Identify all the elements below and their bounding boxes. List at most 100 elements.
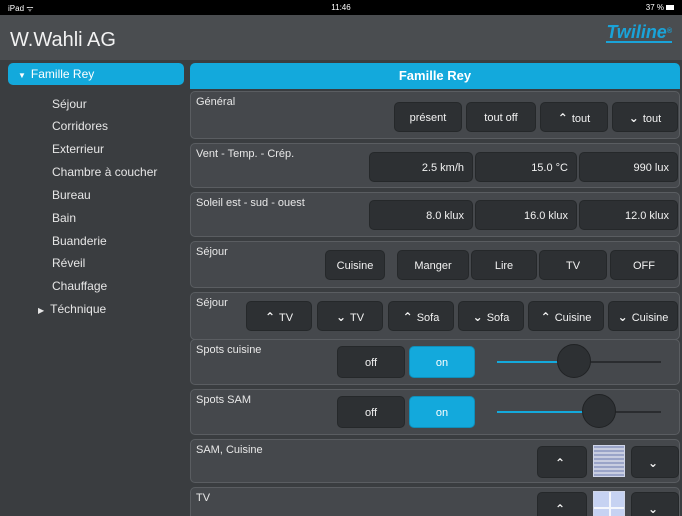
temperature-value: 15.0 °C <box>475 152 577 182</box>
row-spots-sam: Spots SAM off on <box>190 389 680 435</box>
sidebar-item-reveil[interactable]: Réveil <box>52 254 85 272</box>
chevron-down-icon: ⌄ <box>335 310 346 324</box>
scene-lire-button[interactable]: Lire <box>471 250 537 280</box>
row-weather: Vent - Temp. - Crép. 2.5 km/h 15.0 °C 99… <box>190 143 680 188</box>
chevron-down-icon: ⌄ <box>647 502 659 516</box>
window-open-icon <box>593 491 625 516</box>
row-spots-cuisine: Spots cuisine off on <box>190 339 680 385</box>
logo-text: Twiline <box>606 22 667 42</box>
row-label: Spots cuisine <box>196 344 262 356</box>
chevron-up-icon: ⌃ <box>554 456 566 470</box>
row-label: Général <box>196 96 236 108</box>
row-label: Séjour <box>196 246 228 258</box>
sofa-up-button[interactable]: ⌃ Sofa <box>388 301 454 331</box>
row-general: Général présent tout off ⌃ tout ⌄ tout <box>190 91 680 139</box>
sidebar-item-chauffage[interactable]: Chauffage <box>52 277 107 295</box>
chevron-up-icon: ⌃ <box>554 502 566 516</box>
sidebar-item-exterrieur[interactable]: Exterrieur <box>52 140 104 158</box>
button-label: Sofa <box>486 312 510 324</box>
main-panel: Famille Rey Général présent tout off ⌃ to… <box>188 60 682 516</box>
sidebar-item-famille-rey[interactable]: ▼ Famille Rey <box>8 63 184 85</box>
wind-speed-value: 2.5 km/h <box>369 152 473 182</box>
sidebar-item-sejour[interactable]: Séjour <box>52 95 87 113</box>
tv-blind-down-button[interactable]: ⌄ <box>631 492 679 516</box>
row-label: TV <box>196 492 211 504</box>
button-label: TV <box>350 312 365 324</box>
twiline-logo: Twiline® <box>606 23 672 43</box>
slider-knob[interactable] <box>557 344 592 378</box>
chevron-up-icon: ⌃ <box>264 310 275 324</box>
slider-knob[interactable] <box>581 394 616 428</box>
row-label: Spots SAM <box>196 394 252 406</box>
button-label: Cuisine <box>554 312 592 324</box>
sidebar-item-chambre[interactable]: Chambre à coucher <box>52 163 157 181</box>
sidebar-item-technique[interactable]: ▶ Téchnique <box>38 300 106 318</box>
sidebar-item-bain[interactable]: Bain <box>52 209 76 227</box>
spots-sam-slider[interactable] <box>497 411 661 413</box>
spots-sam-off-button[interactable]: off <box>337 396 405 428</box>
tout-down-button[interactable]: ⌄ tout <box>612 102 678 132</box>
button-label: TV <box>279 312 294 324</box>
sidebar: ▼ Famille Rey Séjour Corridores Exterrieu… <box>0 60 188 516</box>
sidebar-item-corridores[interactable]: Corridores <box>52 117 108 135</box>
battery-icon <box>666 5 674 11</box>
chevron-up-icon: ⌃ <box>557 111 568 125</box>
button-label: tout <box>642 113 662 125</box>
sidebar-item-label: Téchnique <box>50 302 107 316</box>
chevron-down-icon: ⌄ <box>628 111 639 125</box>
tv-up-button[interactable]: ⌃ TV <box>246 301 312 331</box>
button-label: Cuisine <box>631 312 669 324</box>
chevron-up-icon: ⌃ <box>402 310 413 324</box>
sam-cuisine-up-button[interactable]: ⌃ <box>537 446 587 478</box>
twilight-value: 990 lux <box>579 152 678 182</box>
row-sejour-blinds: Séjour ⌃ TV ⌄ TV ⌃ Sofa ⌄ Sofa ⌃ Cuisine ⌄ Cui… <box>190 292 680 340</box>
tout-off-button[interactable]: tout off <box>466 102 536 132</box>
button-label: Sofa <box>416 312 440 324</box>
scene-cuisine-button[interactable]: Cuisine <box>325 250 385 280</box>
sidebar-item-bureau[interactable]: Bureau <box>52 186 91 204</box>
row-label: SAM, Cuisine <box>196 444 263 456</box>
spots-cuisine-off-button[interactable]: off <box>337 346 405 378</box>
spots-sam-on-button[interactable]: on <box>409 396 475 428</box>
sun-south-value: 16.0 klux <box>475 200 577 230</box>
tout-up-button[interactable]: ⌃ tout <box>540 102 608 132</box>
scene-tv-button[interactable]: TV <box>539 250 607 280</box>
app-title: W.Wahli AG <box>10 29 116 51</box>
sofa-down-button[interactable]: ⌄ Sofa <box>458 301 524 331</box>
clock: 11:46 <box>331 3 351 12</box>
triangle-down-icon: ▼ <box>18 71 26 80</box>
sidebar-item-label: Famille Rey <box>30 67 95 81</box>
battery-indicator: 37 % <box>646 3 674 12</box>
row-sejour-scenes: Séjour Cuisine Manger Lire TV OFF <box>190 241 680 288</box>
status-bar: iPad ᯤ 11:46 37 % <box>0 0 682 15</box>
app-header: W.Wahli AG Twiline® <box>0 15 682 60</box>
cuisine-up-button[interactable]: ⌃ Cuisine <box>528 301 604 331</box>
scene-off-button[interactable]: OFF <box>610 250 678 280</box>
row-tv: TV ⌃ ⌄ <box>190 487 680 516</box>
row-label: Séjour <box>196 297 228 309</box>
row-label: Vent - Temp. - Crép. <box>196 148 295 160</box>
row-sam-cuisine: SAM, Cuisine ⌃ ⌄ <box>190 439 680 483</box>
panel-title: Famille Rey <box>190 63 680 89</box>
chevron-down-icon: ⌄ <box>647 456 659 470</box>
sidebar-item-buanderie[interactable]: Buanderie <box>52 232 107 250</box>
row-sun: Soleil est - sud - ouest 8.0 klux 16.0 k… <box>190 192 680 237</box>
blind-position-icon <box>593 445 625 477</box>
sam-cuisine-down-button[interactable]: ⌄ <box>631 446 679 478</box>
cuisine-down-button[interactable]: ⌄ Cuisine <box>608 301 678 331</box>
chevron-down-icon: ⌄ <box>472 310 483 324</box>
present-button[interactable]: présent <box>394 102 462 132</box>
triangle-right-icon: ▶ <box>38 306 45 315</box>
button-label: tout <box>571 113 591 125</box>
chevron-up-icon: ⌃ <box>540 310 551 324</box>
battery-percent: 37 % <box>645 3 664 12</box>
chevron-down-icon: ⌄ <box>617 310 628 324</box>
row-label: Soleil est - sud - ouest <box>196 197 305 209</box>
registered-mark: ® <box>666 28 672 35</box>
spots-cuisine-on-button[interactable]: on <box>409 346 475 378</box>
sun-west-value: 12.0 klux <box>579 200 678 230</box>
sun-east-value: 8.0 klux <box>369 200 473 230</box>
tv-down-button[interactable]: ⌄ TV <box>317 301 383 331</box>
tv-blind-up-button[interactable]: ⌃ <box>537 492 587 516</box>
scene-manger-button[interactable]: Manger <box>397 250 469 280</box>
